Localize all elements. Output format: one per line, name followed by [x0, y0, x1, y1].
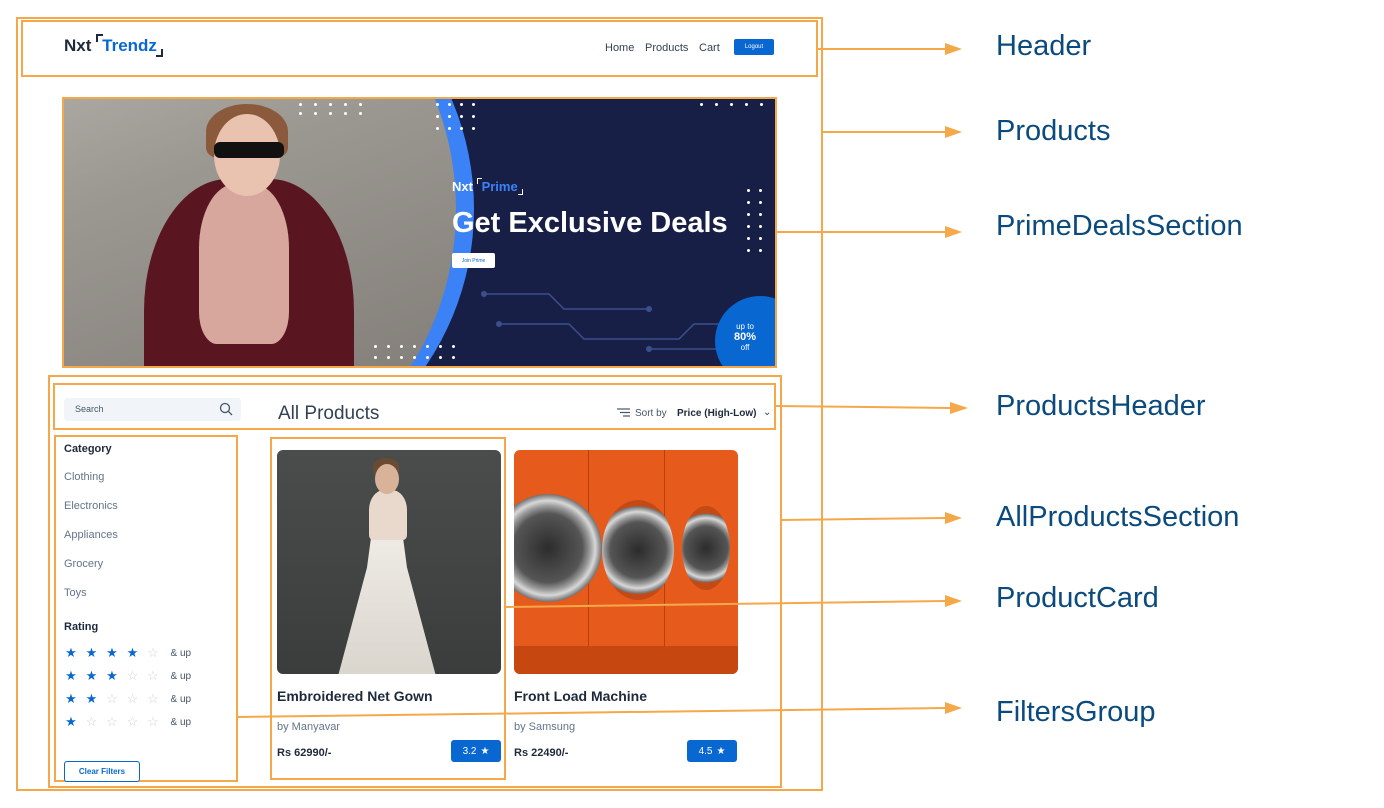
annotation-products: Products	[996, 115, 1111, 147]
annotation-prime-deals-section: PrimeDealsSection	[996, 210, 1243, 242]
annotation-filters-group: FiltersGroup	[996, 696, 1156, 728]
annotation-products-header: ProductsHeader	[996, 390, 1206, 422]
annotation-all-products-section: AllProductsSection	[996, 501, 1240, 533]
annotation-header: Header	[996, 30, 1092, 62]
annotation-product-card: ProductCard	[996, 582, 1159, 614]
